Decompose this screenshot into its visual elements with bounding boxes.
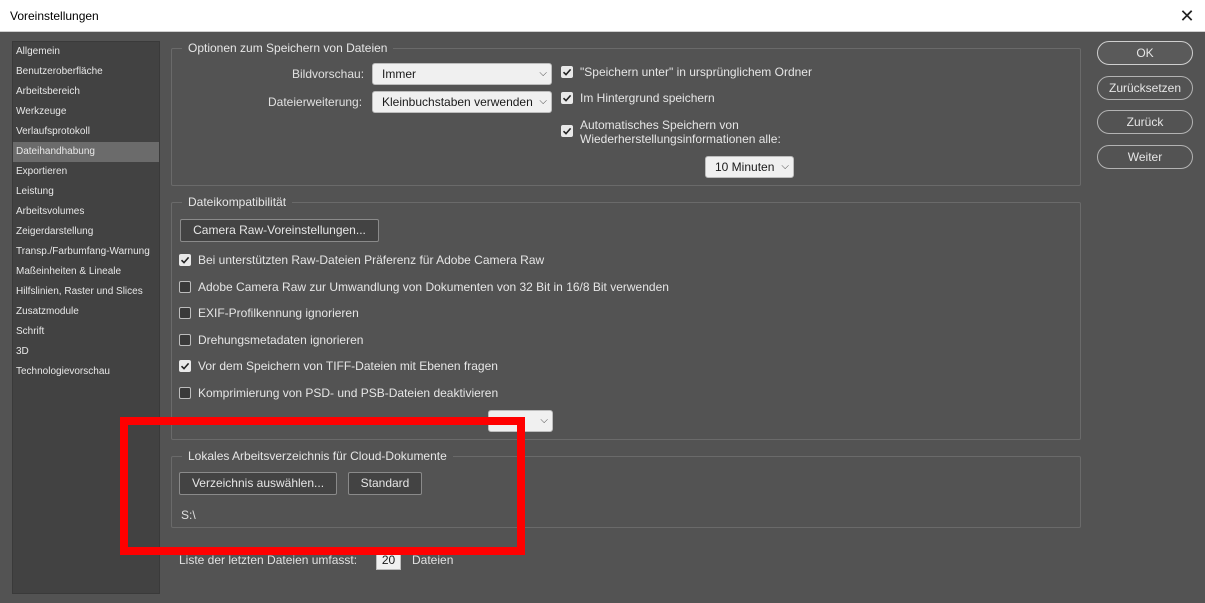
- save-options-legend: Optionen zum Speichern von Dateien: [188, 41, 388, 55]
- compat-option-checkbox[interactable]: Bei unterstützten Raw-Dateien Präferenz …: [179, 253, 544, 267]
- cloud-directory-path: S:\: [181, 508, 196, 522]
- background-save-label: Im Hintergrund speichern: [580, 91, 715, 105]
- extension-select[interactable]: Kleinbuchstaben verwenden ⌵: [372, 91, 552, 113]
- save-options-group: Optionen zum Speichern von Dateien: [171, 41, 1081, 186]
- sidebar-item[interactable]: Schrift: [13, 322, 159, 342]
- sidebar-item[interactable]: Zeigerdarstellung: [13, 222, 159, 242]
- sidebar-item[interactable]: Arbeitsbereich: [13, 82, 159, 102]
- preview-label: Bildvorschau:: [292, 67, 365, 81]
- chevron-down-icon: ⌵: [540, 415, 548, 426]
- auto-save-checkbox[interactable]: Automatisches Speichern von Wiederherste…: [561, 118, 811, 146]
- psd-compatibility-select[interactable]: n ⌵: [488, 410, 553, 432]
- save-as-original-checkbox[interactable]: "Speichern unter" in ursprünglichem Ordn…: [561, 65, 812, 79]
- sidebar-item[interactable]: Transp./Farbumfang-Warnung: [13, 242, 159, 262]
- compat-option-label: Komprimierung von PSD- und PSB-Dateien d…: [198, 386, 499, 400]
- compat-option-label: EXIF-Profilkennung ignorieren: [198, 306, 359, 320]
- psd-compatibility-value: n: [516, 414, 523, 428]
- checkbox-checked-icon: [561, 66, 573, 78]
- checkbox-unchecked-icon: [179, 334, 191, 346]
- back-button[interactable]: Zurück: [1097, 110, 1193, 134]
- cloud-directory-legend: Lokales Arbeitsverzeichnis für Cloud-Dok…: [188, 449, 447, 463]
- background-save-checkbox[interactable]: Im Hintergrund speichern: [561, 91, 715, 105]
- sidebar-item[interactable]: Zusatzmodule: [13, 302, 159, 322]
- checkbox-unchecked-icon: [179, 387, 191, 399]
- sidebar-item[interactable]: 3D: [13, 342, 159, 362]
- reset-button[interactable]: Zurücksetzen: [1097, 76, 1193, 100]
- camera-raw-preferences-button[interactable]: Camera Raw-Voreinstellungen...: [180, 219, 379, 242]
- next-button[interactable]: Weiter: [1097, 145, 1193, 169]
- checkbox-checked-icon: [179, 254, 191, 266]
- compat-option-label: Adobe Camera Raw zur Umwandlung von Doku…: [198, 280, 669, 294]
- auto-save-interval-select[interactable]: 10 Minuten ⌵: [705, 156, 794, 178]
- choose-directory-button[interactable]: Verzeichnis auswählen...: [179, 472, 337, 495]
- chevron-down-icon: ⌵: [781, 161, 789, 172]
- chevron-down-icon: ⌵: [539, 68, 547, 79]
- sidebar-item[interactable]: Exportieren: [13, 162, 159, 182]
- title-bar: Voreinstellungen ✕: [0, 0, 1205, 32]
- compat-option-checkbox[interactable]: Vor dem Speichern von TIFF-Dateien mit E…: [179, 359, 498, 373]
- sidebar-item[interactable]: Allgemein: [13, 42, 159, 62]
- extension-select-value: Kleinbuchstaben verwenden: [382, 95, 533, 109]
- compat-option-checkbox[interactable]: EXIF-Profilkennung ignorieren: [179, 306, 359, 320]
- sidebar-item[interactable]: Maßeinheiten & Lineale: [13, 262, 159, 282]
- close-icon[interactable]: ✕: [1169, 0, 1205, 32]
- file-compatibility-legend: Dateikompatibilität: [188, 195, 287, 209]
- auto-save-label: Automatisches Speichern von Wiederherste…: [580, 118, 781, 146]
- auto-save-interval-value: 10 Minuten: [715, 160, 775, 174]
- chevron-down-icon: ⌵: [539, 96, 547, 107]
- preview-select-value: Immer: [382, 67, 416, 81]
- compat-option-checkbox[interactable]: Drehungsmetadaten ignorieren: [179, 333, 363, 347]
- preview-select[interactable]: Immer ⌵: [372, 63, 552, 85]
- recent-files-label: Liste der letzten Dateien umfasst:: [179, 553, 358, 567]
- sidebar-item[interactable]: Technologievorschau: [13, 362, 159, 382]
- compat-option-checkbox[interactable]: Komprimierung von PSD- und PSB-Dateien d…: [179, 386, 498, 400]
- compat-option-label: Drehungsmetadaten ignorieren: [198, 333, 364, 347]
- recent-files-suffix: Dateien: [412, 553, 454, 567]
- window-title: Voreinstellungen: [10, 9, 99, 23]
- save-as-original-label: "Speichern unter" in ursprünglichem Ordn…: [580, 65, 812, 79]
- sidebar-item[interactable]: Hilfslinien, Raster und Slices: [13, 282, 159, 302]
- ok-button[interactable]: OK: [1097, 41, 1193, 65]
- compat-option-label: Bei unterstützten Raw-Dateien Präferenz …: [198, 253, 545, 267]
- sidebar-item[interactable]: Werkzeuge: [13, 102, 159, 122]
- checkbox-unchecked-icon: [179, 307, 191, 319]
- preferences-sidebar: Allgemein Benutzeroberfläche Arbeitsbereic…: [12, 41, 160, 594]
- default-directory-button[interactable]: Standard: [348, 472, 422, 495]
- recent-files-input[interactable]: 20: [376, 550, 401, 570]
- extension-label: Dateierweiterung:: [268, 95, 363, 109]
- sidebar-item[interactable]: Dateihandhabung: [13, 142, 159, 162]
- compat-option-checkbox[interactable]: Adobe Camera Raw zur Umwandlung von Doku…: [179, 280, 669, 294]
- sidebar-item[interactable]: Verlaufsprotokoll: [13, 122, 159, 142]
- checkbox-checked-icon: [561, 92, 573, 104]
- checkbox-checked-icon: [561, 125, 573, 137]
- sidebar-item[interactable]: Arbeitsvolumes: [13, 202, 159, 222]
- compat-option-label: Vor dem Speichern von TIFF-Dateien mit E…: [198, 359, 498, 373]
- checkbox-unchecked-icon: [179, 281, 191, 293]
- sidebar-item[interactable]: Leistung: [13, 182, 159, 202]
- sidebar-item[interactable]: Benutzeroberfläche: [13, 62, 159, 82]
- checkbox-checked-icon: [179, 360, 191, 372]
